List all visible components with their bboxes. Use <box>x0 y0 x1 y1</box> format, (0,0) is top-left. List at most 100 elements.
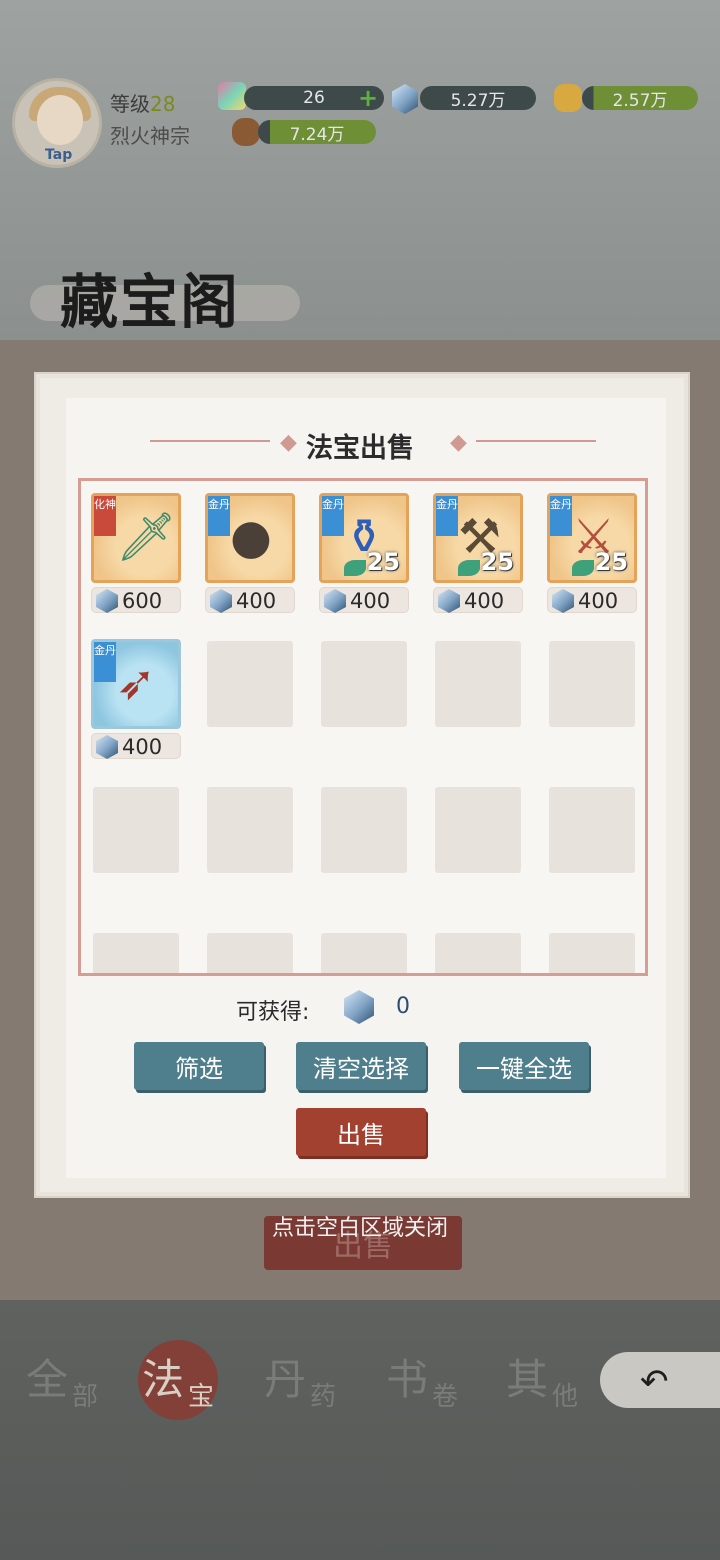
tab-label-small: 卷 <box>432 1382 459 1412</box>
sect-name: 烈火神宗 <box>110 124 190 148</box>
player-avatar[interactable]: Tap <box>12 78 102 168</box>
artifact-slot-5[interactable]: 金丹 ⚔ 25 <box>547 493 637 583</box>
rank-tag: 金丹 <box>322 496 344 536</box>
resource-value: 26 <box>303 88 325 108</box>
artifact-grid: 化神 🗡 600 金丹 ● 400 金丹 ⚱ 25 400 金丹 ⚒ 25 40… <box>78 478 648 976</box>
back-arrow-icon: ↶ <box>640 1362 669 1402</box>
tab-label-big: 丹 <box>264 1355 307 1404</box>
wood-icon <box>232 118 260 146</box>
clear-selection-button[interactable]: 清空选择 <box>296 1042 426 1090</box>
rank-tag: 化神 <box>94 496 116 536</box>
artifact-level: 25 <box>480 548 514 576</box>
rank-tag: 金丹 <box>550 496 572 536</box>
leaf-icon <box>458 560 480 576</box>
empty-slot <box>93 787 179 873</box>
empty-slot <box>549 933 635 973</box>
artifact-slot-3[interactable]: 金丹 ⚱ 25 <box>319 493 409 583</box>
tab-label-small: 宝 <box>188 1382 215 1412</box>
tab-scrolls[interactable]: 书 卷 <box>368 1340 488 1420</box>
tab-label-small: 他 <box>552 1382 579 1412</box>
empty-slot <box>549 787 635 873</box>
avatar-face <box>37 95 83 145</box>
tab-others[interactable]: 其 他 <box>488 1340 608 1420</box>
empty-slot <box>207 787 293 873</box>
gain-label: 可获得: <box>236 1000 310 1025</box>
price-value: 400 <box>578 589 619 613</box>
gold-icon <box>554 84 582 112</box>
empty-slot <box>435 787 521 873</box>
player-level: 等级28 <box>110 88 175 117</box>
tab-label-big: 书 <box>386 1355 429 1404</box>
empty-slot <box>321 933 407 973</box>
empty-slot <box>321 641 407 727</box>
price-value: 400 <box>464 589 505 613</box>
page-title: 藏宝阁 <box>60 268 241 336</box>
crystal-icon <box>324 589 346 613</box>
select-all-button[interactable]: 一键全选 <box>459 1042 589 1090</box>
resource-value: 2.57万 <box>612 90 668 111</box>
price-value: 400 <box>122 735 163 759</box>
empty-slot <box>321 787 407 873</box>
tab-label-big: 其 <box>506 1355 549 1404</box>
tab-label-small: 药 <box>310 1382 337 1412</box>
back-button[interactable]: ↶ <box>600 1352 720 1408</box>
artifact-price: 400 <box>547 587 637 613</box>
level-prefix: 等级 <box>110 92 150 116</box>
empty-slot <box>435 933 521 973</box>
gain-value: 0 <box>396 994 410 1019</box>
crystal-icon <box>552 589 574 613</box>
artifact-slot-6[interactable]: 金丹 ➶ <box>91 639 181 729</box>
tab-pills[interactable]: 丹 药 <box>246 1340 366 1420</box>
tab-artifacts[interactable]: 法 宝 <box>124 1340 244 1420</box>
price-value: 400 <box>350 589 391 613</box>
resource-gold: 2.57万 <box>582 86 698 111</box>
artifact-level: 25 <box>366 548 400 576</box>
price-value: 400 <box>236 589 277 613</box>
empty-slot <box>207 641 293 727</box>
bell-icon: ● <box>230 509 272 565</box>
crystal-icon <box>96 589 118 613</box>
level-value: 28 <box>150 92 176 116</box>
sell-button[interactable]: 出售 <box>296 1108 426 1156</box>
rank-tag: 金丹 <box>94 642 116 682</box>
tab-label-small: 部 <box>72 1382 99 1412</box>
resource-wood: 7.24万 <box>258 120 376 145</box>
tab-all[interactable]: 全 部 <box>8 1340 128 1420</box>
tab-label-big: 全 <box>26 1355 69 1404</box>
artifact-price: 600 <box>91 587 181 613</box>
artifact-slot-2[interactable]: 金丹 ● <box>205 493 295 583</box>
crystal-icon <box>438 589 460 613</box>
filter-button[interactable]: 筛选 <box>134 1042 264 1090</box>
empty-slot <box>93 933 179 973</box>
artifact-price: 400 <box>319 587 409 613</box>
resource-value: 7.24万 <box>289 124 345 145</box>
spirit-stone-icon <box>218 82 246 110</box>
price-value: 600 <box>122 589 163 613</box>
leaf-icon <box>572 560 594 576</box>
spear-icon: ➶ <box>116 655 157 711</box>
artifact-price: 400 <box>433 587 523 613</box>
bottom-nav-background <box>0 1300 720 1560</box>
close-hint[interactable]: 点击空白区域关闭 <box>0 1210 720 1242</box>
crystal-icon <box>210 589 232 613</box>
title-ornament-right: ◆ <box>450 430 467 455</box>
artifact-price: 400 <box>205 587 295 613</box>
dialog-title: 法宝出售 <box>306 433 414 464</box>
artifact-price: 400 <box>91 733 181 759</box>
resource-value: 5.27万 <box>450 90 506 111</box>
crystal-icon <box>96 735 118 759</box>
artifact-level: 25 <box>594 548 628 576</box>
empty-slot <box>435 641 521 727</box>
rank-tag: 金丹 <box>436 496 458 536</box>
avatar-badge: Tap <box>45 147 73 163</box>
jade-dagger-icon: 🗡 <box>116 509 177 565</box>
add-spirit-stone-button[interactable]: + <box>358 86 378 110</box>
resource-crystal: 5.27万 <box>420 86 536 111</box>
tab-label-big: 法 <box>142 1355 185 1404</box>
empty-slot <box>207 933 293 973</box>
empty-slot <box>549 641 635 727</box>
artifact-slot-1[interactable]: 化神 🗡 <box>91 493 181 583</box>
artifact-slot-4[interactable]: 金丹 ⚒ 25 <box>433 493 523 583</box>
rank-tag: 金丹 <box>208 496 230 536</box>
title-line-right <box>476 440 596 442</box>
